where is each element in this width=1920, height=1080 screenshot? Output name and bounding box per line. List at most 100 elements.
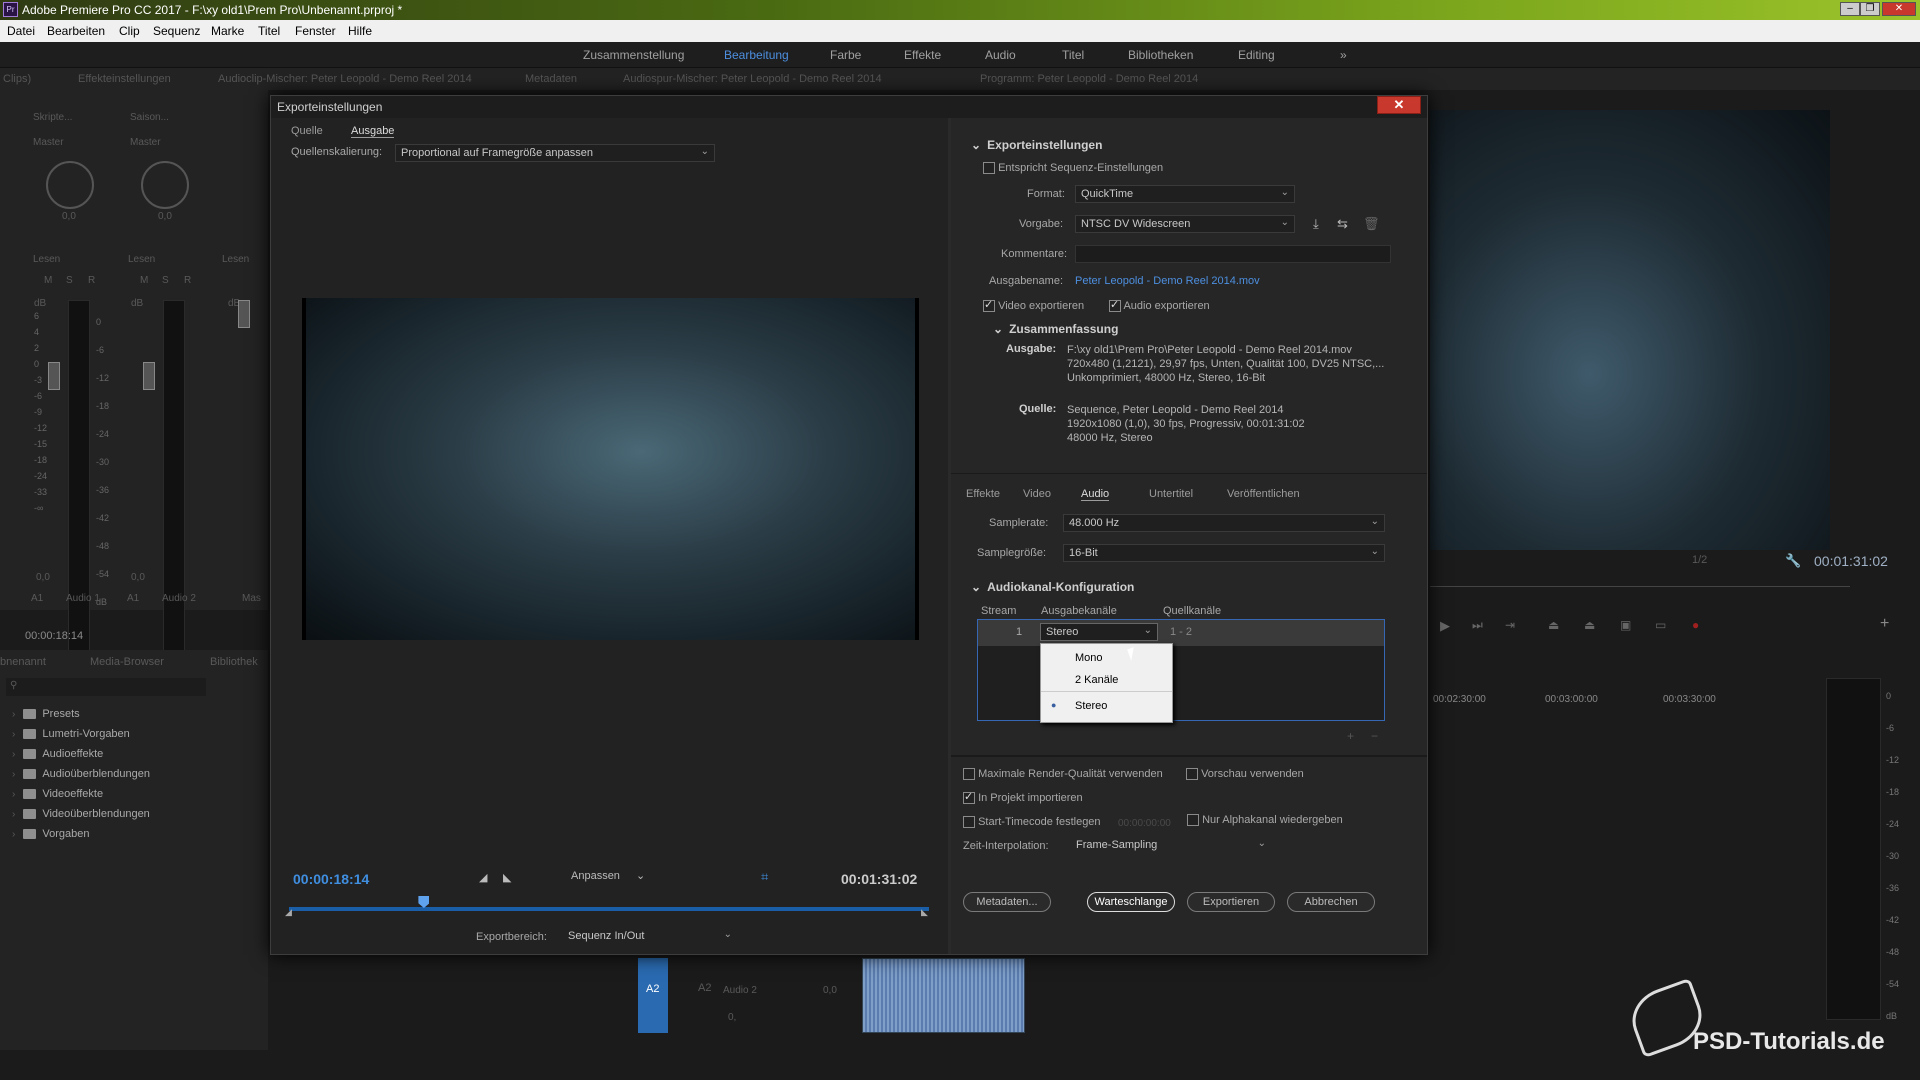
crop-icon[interactable]: ⌗ bbox=[761, 869, 768, 885]
track-a2-target[interactable]: A2 bbox=[638, 958, 668, 1033]
export-range-slider[interactable]: ◢ ◣ bbox=[285, 896, 929, 918]
add-stream-button[interactable]: + bbox=[1347, 729, 1354, 743]
save-preset-icon[interactable]: ⤓ bbox=[1313, 216, 1319, 232]
dropdown-option-2-kanale[interactable]: 2 Kanäle bbox=[1075, 674, 1118, 686]
panel-tab-audiospur-mixer[interactable]: Audiospur-Mischer: Peter Leopold - Demo … bbox=[623, 73, 882, 85]
tab-media-browser[interactable]: Media-Browser bbox=[90, 656, 164, 668]
dropdown-option-mono[interactable]: Mono bbox=[1075, 652, 1103, 664]
mixer-master-1[interactable]: Master bbox=[33, 137, 64, 148]
range-start-marker[interactable]: ◢ bbox=[285, 907, 292, 918]
export-button[interactable]: Exportieren bbox=[1187, 892, 1275, 912]
menu-datei[interactable]: Datei bbox=[7, 24, 35, 38]
camera-icon[interactable]: ▣ bbox=[1620, 618, 1631, 632]
mixer-master-2[interactable]: Master bbox=[130, 137, 161, 148]
tab-untertitel[interactable]: Untertitel bbox=[1149, 488, 1193, 500]
panel-tab-effekteinstellungen[interactable]: Effekteinstellungen bbox=[78, 73, 171, 85]
tab-library[interactable]: Bibliothek bbox=[210, 656, 258, 668]
import-preset-icon[interactable]: ⇆ bbox=[1337, 216, 1348, 232]
import-project-checkbox[interactable] bbox=[963, 790, 975, 805]
alpha-only-checkbox[interactable] bbox=[1187, 814, 1199, 827]
add-button-icon[interactable]: + bbox=[1880, 615, 1889, 633]
tree-item-presets[interactable]: › Presets bbox=[12, 708, 80, 720]
match-sequence-checkbox[interactable] bbox=[983, 162, 995, 175]
match-sequence-option[interactable]: Entspricht Sequenz-Einstellungen bbox=[983, 162, 1163, 175]
samplerate-select[interactable]: 48.000 Hz ⌄ bbox=[1063, 514, 1385, 532]
metadata-button[interactable]: Metadaten... bbox=[963, 892, 1051, 912]
workspace-tab-bearbeitung[interactable]: Bearbeitung bbox=[724, 48, 789, 62]
audio-clip-waveform[interactable] bbox=[862, 958, 1025, 1033]
menu-clip[interactable]: Clip bbox=[119, 24, 140, 38]
comments-input[interactable] bbox=[1075, 245, 1391, 263]
automation-mode-3[interactable]: Lesen bbox=[222, 254, 249, 265]
video-export-checkbox[interactable] bbox=[983, 298, 995, 313]
workspace-tab-titel[interactable]: Titel bbox=[1062, 48, 1084, 62]
record-button-1[interactable]: R bbox=[88, 275, 95, 286]
volume-fader-1[interactable] bbox=[48, 362, 60, 390]
format-select[interactable]: QuickTime ⌄ bbox=[1075, 185, 1295, 203]
mute-button-1[interactable]: M bbox=[44, 275, 52, 286]
current-timecode[interactable]: 00:00:18:14 bbox=[293, 871, 369, 887]
automation-mode-2[interactable]: Lesen bbox=[128, 254, 155, 265]
audio-export-checkbox[interactable] bbox=[1109, 298, 1121, 313]
program-zoom[interactable]: 1/2 bbox=[1692, 554, 1707, 566]
tree-item-vorgaben[interactable]: › Vorgaben bbox=[12, 828, 89, 840]
volume-fader-2[interactable] bbox=[143, 362, 155, 390]
multicam-icon[interactable]: ▭ bbox=[1655, 618, 1666, 632]
delete-preset-icon[interactable]: 🗑 bbox=[1363, 216, 1380, 232]
dialog-close-button[interactable]: ✕ bbox=[1377, 96, 1421, 114]
menu-marke[interactable]: Marke bbox=[211, 24, 244, 38]
panel-tab-metadaten[interactable]: Metadaten bbox=[525, 73, 577, 85]
step-forward-icon[interactable]: ⏭ bbox=[1472, 618, 1483, 633]
max-render-option[interactable]: Maximale Render-Qualität verwenden bbox=[963, 768, 1163, 781]
window-close-icon[interactable]: ✕ bbox=[1882, 2, 1916, 16]
export-settings-heading[interactable]: ⌄ Exporteinstellungen bbox=[971, 138, 1102, 152]
range-end-marker[interactable]: ◣ bbox=[921, 907, 928, 918]
channel-row[interactable]: 1 Stereo ⌄ 1 - 2 bbox=[978, 620, 1384, 646]
menu-hilfe[interactable]: Hilfe bbox=[348, 24, 372, 38]
workspace-tab-effekte[interactable]: Effekte bbox=[904, 48, 941, 62]
pan-knob-1[interactable] bbox=[46, 161, 94, 209]
maximize-icon[interactable]: ❐ bbox=[1860, 2, 1880, 16]
extract-icon[interactable]: ⏏ bbox=[1584, 618, 1595, 632]
preview-checkbox[interactable] bbox=[1186, 768, 1198, 781]
tree-item-audiouberblendungen[interactable]: › Audioüberblendungen bbox=[12, 768, 150, 780]
menu-bearbeiten[interactable]: Bearbeiten bbox=[47, 24, 105, 38]
solo-button-2[interactable]: S bbox=[162, 275, 169, 286]
automation-mode-1[interactable]: Lesen bbox=[33, 254, 60, 265]
panel-tab-clips[interactable]: Clips) bbox=[3, 73, 31, 85]
workspace-tab-zusammenstellung[interactable]: Zusammenstellung bbox=[583, 48, 684, 62]
audio-export-option[interactable]: Audio exportieren bbox=[1109, 298, 1210, 313]
tree-item-audioeffekte[interactable]: › Audioeffekte bbox=[12, 748, 103, 760]
scaling-select[interactable]: Proportional auf Framegröße anpassen ⌄ bbox=[395, 144, 715, 162]
output-channels-select[interactable]: Stereo ⌄ bbox=[1040, 623, 1158, 641]
panel-tab-programm[interactable]: Programm: Peter Leopold - Demo Reel 2014 bbox=[980, 73, 1198, 85]
mark-in-icon[interactable]: ◢ bbox=[479, 871, 487, 884]
master-fader[interactable] bbox=[238, 300, 250, 328]
dropdown-option-stereo[interactable]: Stereo bbox=[1075, 700, 1107, 712]
go-to-out-icon[interactable]: ⇥ bbox=[1505, 618, 1515, 632]
tab-video[interactable]: Video bbox=[1023, 488, 1051, 500]
video-export-option[interactable]: Video exportieren bbox=[983, 298, 1084, 313]
workspace-tab-editing[interactable]: Editing bbox=[1238, 48, 1275, 62]
record-button-2[interactable]: R bbox=[184, 275, 191, 286]
tree-item-lumetri[interactable]: › Lumetri-Vorgaben bbox=[12, 728, 130, 740]
menu-sequenz[interactable]: Sequenz bbox=[153, 24, 200, 38]
workspace-tab-audio[interactable]: Audio bbox=[985, 48, 1016, 62]
workspace-tab-bibliotheken[interactable]: Bibliotheken bbox=[1128, 48, 1193, 62]
tab-quelle[interactable]: Quelle bbox=[291, 125, 323, 137]
tab-veroffentlichen[interactable]: Veröffentlichen bbox=[1227, 488, 1300, 500]
workspace-tab-farbe[interactable]: Farbe bbox=[830, 48, 861, 62]
samplesize-select[interactable]: 16-Bit ⌄ bbox=[1063, 544, 1385, 562]
alpha-only-option[interactable]: Nur Alphakanal wiedergeben bbox=[1187, 814, 1343, 827]
preset-select[interactable]: NTSC DV Widescreen ⌄ bbox=[1075, 215, 1295, 233]
panel-tab-audioclip-mixer[interactable]: Audioclip-Mischer: Peter Leopold - Demo … bbox=[218, 73, 472, 85]
queue-button[interactable]: Warteschlange bbox=[1087, 892, 1175, 912]
record-icon[interactable]: ● bbox=[1692, 618, 1699, 632]
tree-item-videouberblendungen[interactable]: › Videoüberblendungen bbox=[12, 808, 150, 820]
channel-config-heading[interactable]: ⌄ Audiokanal-Konfiguration bbox=[971, 580, 1134, 594]
start-timecode-value[interactable]: 00:00:00:00 bbox=[1118, 818, 1171, 829]
fit-select[interactable]: Anpassen ⌄ bbox=[571, 869, 661, 887]
cancel-button[interactable]: Abbrechen bbox=[1287, 892, 1375, 912]
output-name-link[interactable]: Peter Leopold - Demo Reel 2014.mov bbox=[1075, 275, 1260, 287]
start-timecode-checkbox[interactable] bbox=[963, 816, 975, 829]
